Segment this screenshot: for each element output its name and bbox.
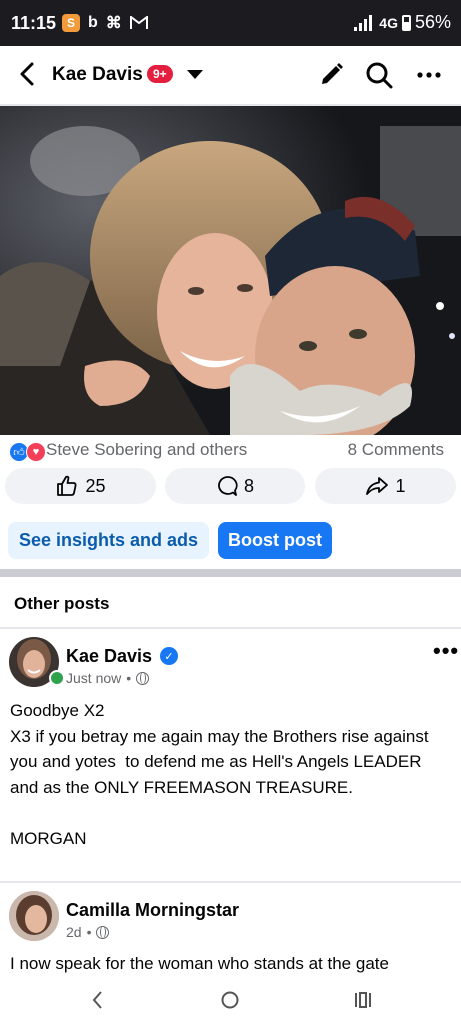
app-b-icon: b (88, 14, 98, 31)
reactions-summary[interactable]: 👍︎ ♥ Steve Sobering and others 8 Comment… (9, 439, 449, 463)
notification-badge: 9+ (147, 65, 173, 83)
post-meta: 2d • (66, 924, 110, 940)
post-photo[interactable] (0, 106, 461, 435)
more-options-icon[interactable] (414, 60, 444, 90)
share-arrow-icon (366, 477, 389, 495)
network-type: 4G (379, 14, 398, 31)
status-bar: 11:15 S b ⌘ 4G 56% (0, 0, 461, 46)
search-icon[interactable] (364, 60, 394, 90)
love-reaction-icon: ♥ (26, 442, 46, 462)
post-text: Goodbye X2 X3 if you betray me again may… (10, 701, 429, 848)
boost-post-button[interactable]: Boost post (218, 522, 332, 559)
comments-count-link[interactable]: 8 Comments (348, 440, 444, 460)
battery-level: 56% (414, 12, 451, 32)
signal-icon (354, 14, 373, 31)
see-insights-button[interactable]: See insights and ads (8, 522, 209, 559)
verified-badge-icon: ✓ (160, 647, 178, 665)
nav-back-icon[interactable] (86, 988, 110, 1012)
post-author[interactable]: Kae Davis (66, 646, 152, 667)
comment-button[interactable]: 8 (165, 468, 305, 504)
reaction-icons: 👍︎ ♥ (9, 442, 46, 462)
post-more-icon[interactable]: ••• (433, 638, 459, 664)
avatar[interactable] (9, 891, 59, 941)
nav-recents-icon[interactable] (351, 988, 375, 1012)
notification-icons: S b ⌘ (62, 13, 148, 33)
app-s-icon: S (62, 14, 80, 32)
page-title[interactable]: Kae Davis (52, 64, 143, 86)
separator-dot: • (86, 924, 92, 940)
back-arrow-icon[interactable] (14, 60, 42, 88)
globe-icon (136, 671, 150, 685)
edit-pencil-icon[interactable] (316, 60, 346, 90)
caret-down-icon[interactable] (187, 70, 203, 79)
like-button[interactable]: 25 (5, 468, 156, 504)
app-clover-icon: ⌘ (105, 15, 122, 32)
section-divider (0, 569, 461, 577)
system-nav-bar (0, 976, 461, 1024)
status-time: 11:15 (11, 13, 57, 33)
online-status-dot (49, 670, 65, 686)
globe-icon (96, 925, 110, 939)
post-actions: 25 8 1 (5, 468, 456, 504)
gmail-icon (129, 16, 148, 29)
battery-icon (401, 14, 411, 31)
post-time: 2d (66, 924, 82, 940)
top-app-bar: Kae Davis 9+ (0, 46, 461, 106)
share-count: 1 (395, 475, 406, 496)
nav-home-icon[interactable] (218, 988, 242, 1012)
post-text: I now speak for the woman who stands at … (10, 954, 389, 973)
post-author[interactable]: Camilla Morningstar (66, 900, 239, 921)
section-title: Other posts (14, 594, 110, 613)
divider (0, 881, 461, 883)
like-count: 25 (85, 475, 106, 496)
comment-count: 8 (243, 475, 254, 496)
reactors-text[interactable]: Steve Sobering and others (46, 440, 247, 460)
thumbs-up-icon (57, 475, 77, 496)
share-button[interactable]: 1 (315, 468, 456, 504)
selfie-image (0, 106, 461, 435)
post-time: Just now (66, 670, 122, 686)
divider (0, 627, 461, 629)
separator-dot: • (126, 670, 132, 686)
status-right: 4G 56% (354, 12, 451, 33)
comment-bubble-icon (218, 476, 238, 496)
post-meta: Just now • (66, 670, 150, 686)
